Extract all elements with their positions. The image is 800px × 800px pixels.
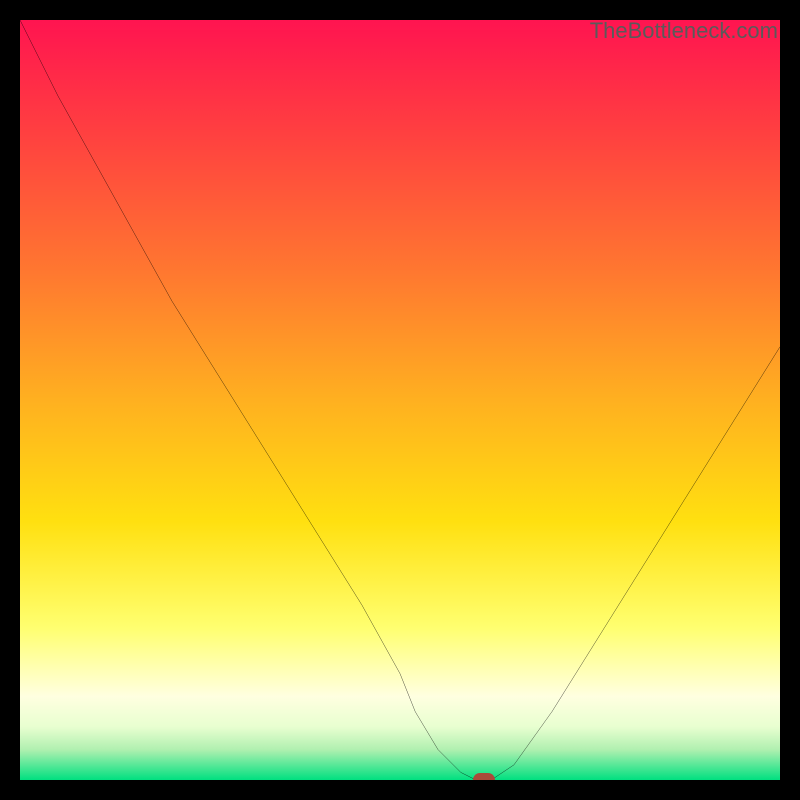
chart-frame: TheBottleneck.com — [0, 0, 800, 800]
bottleneck-curve — [20, 20, 780, 780]
optimal-marker — [473, 773, 495, 780]
plot-area: TheBottleneck.com — [20, 20, 780, 780]
